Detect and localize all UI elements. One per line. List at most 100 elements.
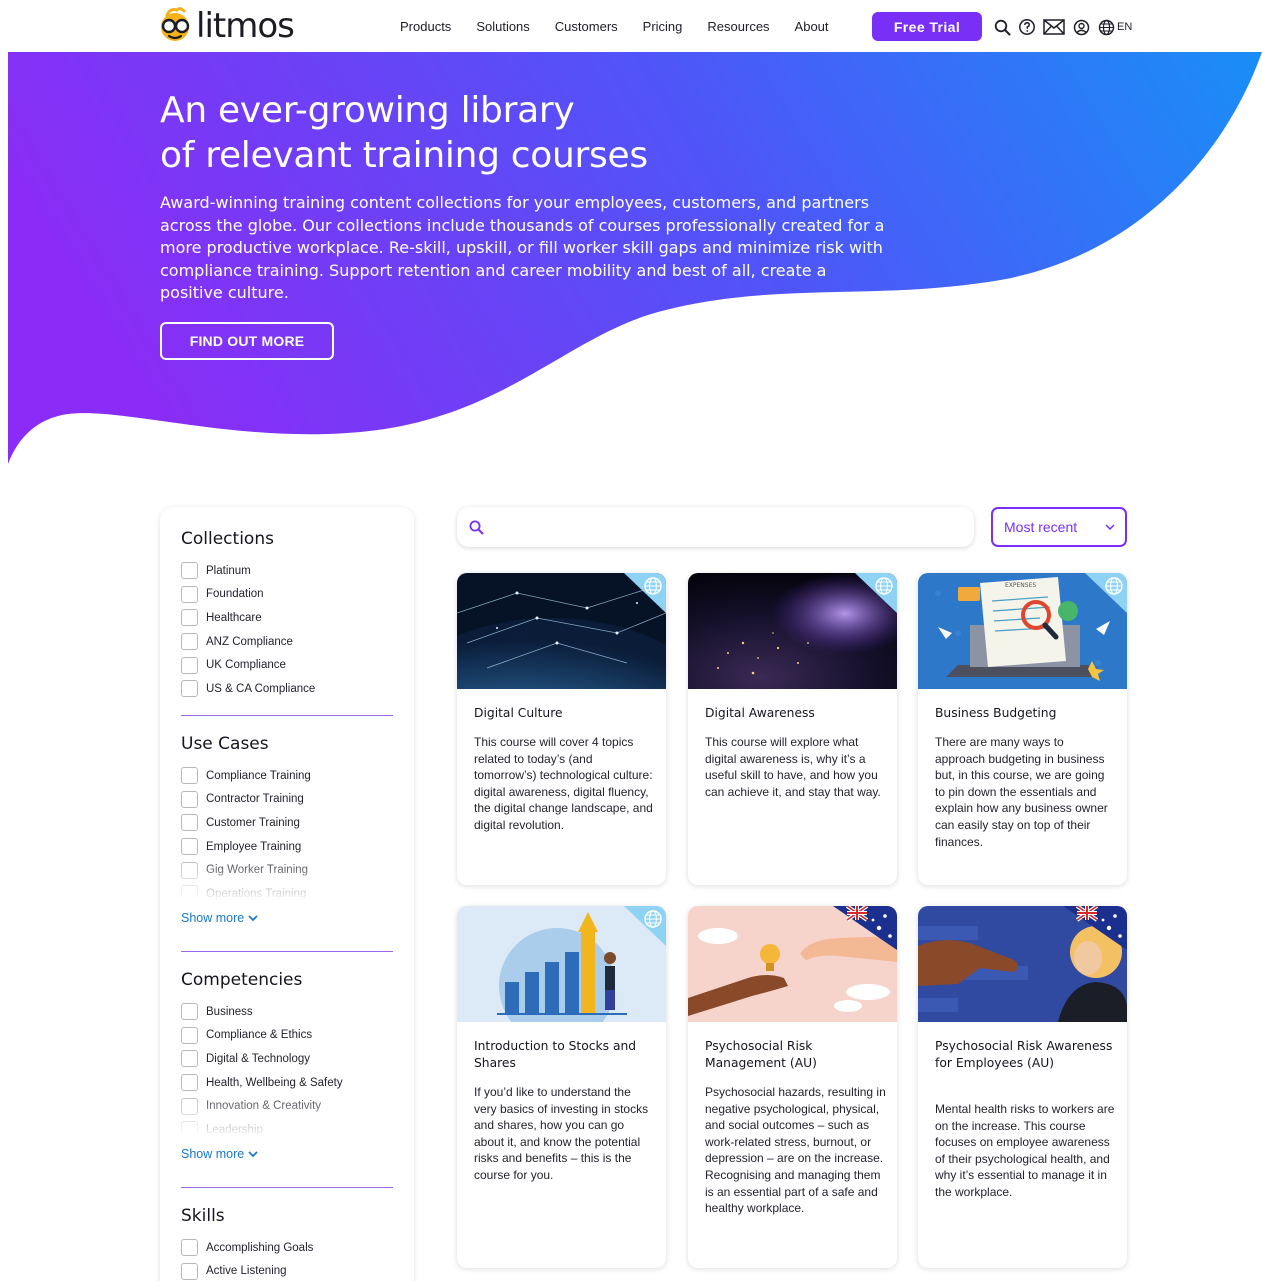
filter-sidebar: Collections Platinum Foundation Healthca… (160, 507, 414, 1281)
filter-option-uk-compliance[interactable]: UK Compliance (181, 653, 393, 677)
filter-label: Compliance Training (206, 769, 311, 782)
nav-link-customers[interactable]: Customers (555, 19, 618, 34)
checkbox[interactable] (181, 1003, 198, 1021)
show-more-label: Show more (181, 1147, 245, 1161)
checkbox[interactable] (181, 633, 198, 651)
globe-icon (1085, 573, 1127, 613)
filter-option-us-ca-compliance[interactable]: US & CA Compliance (181, 677, 393, 701)
sort-dropdown[interactable]: Most recent (991, 507, 1127, 547)
checkbox[interactable] (181, 562, 198, 580)
checkbox[interactable] (181, 1239, 198, 1257)
checkbox[interactable] (181, 885, 198, 899)
filter-list-use-cases: Compliance Training Contractor Training … (181, 764, 393, 899)
find-out-more-button[interactable]: FIND OUT MORE (160, 322, 334, 360)
search-icon[interactable] (992, 17, 1012, 37)
checkbox[interactable] (181, 1097, 198, 1115)
filter-option-compliance-ethics[interactable]: Compliance & Ethics (181, 1024, 393, 1048)
course-description: There are many ways to approach budgetin… (935, 735, 1108, 849)
course-title: Digital Culture (474, 706, 563, 720)
utility-icons: EN (992, 16, 1132, 38)
filter-group-collections: Collections Platinum Foundation Healthca… (181, 527, 393, 701)
show-more-use-cases-link[interactable]: Show more (181, 911, 393, 925)
course-card-stocks-and-shares[interactable]: Introduction to Stocks and Shares If you… (457, 906, 666, 1268)
checkbox[interactable] (181, 814, 198, 832)
filter-option-compliance-training[interactable]: Compliance Training (181, 764, 393, 788)
nav-link-resources[interactable]: Resources (707, 19, 769, 34)
filter-option-customer-training[interactable]: Customer Training (181, 811, 393, 835)
filter-label: Platinum (206, 564, 251, 577)
filter-option-platinum[interactable]: Platinum (181, 559, 393, 583)
checkbox[interactable] (181, 585, 198, 603)
filter-option-business[interactable]: Business (181, 1000, 393, 1024)
checkbox[interactable] (181, 609, 198, 627)
course-search-bar[interactable] (457, 507, 974, 547)
checkbox[interactable] (181, 790, 198, 808)
filter-title-competencies: Competencies (181, 970, 303, 990)
course-thumbnail (457, 906, 666, 1022)
globe-icon[interactable] (1096, 17, 1116, 37)
hero-description: Award-winning training content collectio… (160, 193, 885, 303)
filter-option-employee-training[interactable]: Employee Training (181, 835, 393, 859)
show-more-competencies-link[interactable]: Show more (181, 1147, 393, 1161)
nav-link-solutions[interactable]: Solutions (476, 19, 529, 34)
filter-label: Health, Wellbeing & Safety (206, 1076, 343, 1089)
checkbox[interactable] (181, 1074, 198, 1092)
show-more-label: Show more (181, 911, 245, 925)
filter-option-contractor-training[interactable]: Contractor Training (181, 788, 393, 812)
hero-title-line-2: of relevant training courses (160, 135, 648, 176)
filter-option-foundation[interactable]: Foundation (181, 583, 393, 607)
filter-option-healthcare[interactable]: Healthcare (181, 606, 393, 630)
checkbox[interactable] (181, 1026, 198, 1044)
filter-option-active-listening[interactable]: Active Listening (181, 1260, 393, 1281)
course-thumbnail (457, 573, 666, 689)
filter-title-use-cases: Use Cases (181, 734, 269, 754)
course-card-psychosocial-risk-awareness[interactable]: Psychosocial Risk Awareness for Employee… (918, 906, 1127, 1268)
course-title: Psychosocial Risk Awareness for Employee… (935, 1039, 1113, 1070)
filter-option-anz-compliance[interactable]: ANZ Compliance (181, 630, 393, 654)
checkbox[interactable] (181, 861, 198, 879)
course-thumbnail (688, 906, 897, 1022)
filter-label: Healthcare (206, 611, 262, 624)
filter-option-health-wellbeing-safety[interactable]: Health, Wellbeing & Safety (181, 1071, 393, 1095)
filter-option-digital-technology[interactable]: Digital & Technology (181, 1047, 393, 1071)
filter-option-gig-worker-training[interactable]: Gig Worker Training (181, 858, 393, 882)
litmos-logo[interactable]: litmos (158, 6, 295, 46)
nav-link-about[interactable]: About (795, 19, 829, 34)
course-card-business-budgeting[interactable]: EXPENSES Business Budgeting There are ma… (918, 573, 1127, 885)
filter-option-operations-training[interactable]: Operations Training (181, 882, 393, 899)
checkbox[interactable] (181, 1050, 198, 1068)
mail-icon[interactable] (1042, 17, 1066, 37)
filter-label: Compliance & Ethics (206, 1029, 313, 1042)
checkbox[interactable] (181, 838, 198, 856)
course-card-psychosocial-risk-management[interactable]: Psychosocial Risk Management (AU) Psycho… (688, 906, 897, 1268)
filter-label: Leadership (206, 1123, 263, 1135)
checkbox[interactable] (181, 767, 198, 785)
checkbox[interactable] (181, 656, 198, 674)
course-thumbnail: EXPENSES (918, 573, 1127, 689)
hero-title-line-1: An ever-growing library (160, 90, 575, 131)
user-icon[interactable] (1071, 17, 1091, 37)
course-thumbnail (688, 573, 897, 689)
filter-label: Business (206, 1005, 253, 1018)
support-icon[interactable] (1017, 17, 1037, 37)
hero-banner: An ever-growing library of relevant trai… (8, 52, 1262, 464)
checkbox[interactable] (181, 1262, 198, 1280)
expenses-label: EXPENSES (1005, 582, 1036, 589)
filter-option-leadership[interactable]: Leadership (181, 1118, 393, 1135)
course-card-digital-awareness[interactable]: Digital Awareness This course will explo… (688, 573, 897, 885)
course-title: Business Budgeting (935, 706, 1057, 720)
checkbox[interactable] (181, 680, 198, 698)
nav-link-pricing[interactable]: Pricing (643, 19, 683, 34)
search-input[interactable] (492, 507, 974, 547)
logo-glasses-icon (161, 7, 190, 41)
filter-option-innovation-creativity[interactable]: Innovation & Creativity (181, 1094, 393, 1118)
filter-group-skills: Skills Accomplishing Goals Active Listen… (181, 1204, 393, 1281)
course-description: Mental health risks to workers are on th… (935, 1102, 1115, 1199)
free-trial-button[interactable]: Free Trial (872, 12, 982, 41)
course-card-digital-culture[interactable]: Digital Culture This course will cover 4… (457, 573, 666, 885)
filter-option-accomplishing-goals[interactable]: Accomplishing Goals (181, 1236, 393, 1260)
language-selector[interactable]: EN (1117, 21, 1132, 33)
chevron-down-icon (248, 914, 258, 921)
nav-link-products[interactable]: Products (400, 19, 451, 34)
checkbox[interactable] (181, 1121, 198, 1135)
